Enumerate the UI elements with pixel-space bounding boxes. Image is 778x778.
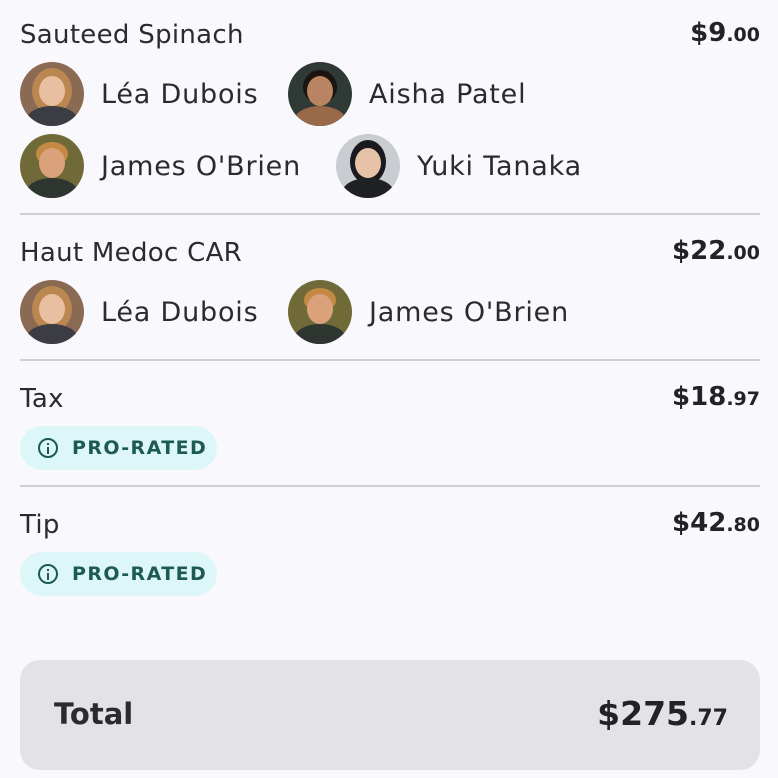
price-cents: .80 (726, 514, 760, 536)
item-name: Haut Medoc CAR (20, 238, 243, 268)
tip-row: Tip $42.80 PRO-RATED (20, 508, 760, 598)
person-chip-james[interactable]: James O'Brien (288, 280, 569, 344)
total-cents: .77 (689, 706, 728, 731)
person-chip-lea[interactable]: Léa Dubois (20, 62, 258, 126)
avatar (336, 134, 400, 198)
divider (20, 213, 760, 215)
info-icon (38, 438, 58, 458)
info-icon (38, 564, 58, 584)
person-name: Léa Dubois (101, 78, 259, 110)
pro-rated-badge[interactable]: PRO-RATED (20, 552, 217, 596)
tax-amount: $18.97 (672, 382, 760, 412)
line-item-haut-medoc[interactable]: Haut Medoc CAR $22.00 Léa Dubois James O… (20, 236, 760, 346)
total-amount: $275.77 (597, 694, 728, 733)
tax-label: Tax (20, 384, 64, 414)
price-dollars: $9 (690, 18, 727, 48)
badge-label: PRO-RATED (72, 563, 208, 585)
divider (20, 485, 760, 487)
divider (20, 359, 760, 361)
avatar (20, 62, 84, 126)
avatar (288, 62, 352, 126)
person-name: Aisha Patel (369, 78, 527, 110)
person-name: Léa Dubois (101, 296, 259, 328)
item-name: Sauteed Spinach (20, 20, 244, 50)
item-price: $9.00 (690, 18, 760, 48)
person-name: Yuki Tanaka (417, 150, 582, 182)
total-label: Total (54, 697, 134, 731)
pro-rated-badge[interactable]: PRO-RATED (20, 426, 217, 470)
avatar (288, 280, 352, 344)
price-dollars: $22 (672, 236, 727, 266)
badge-label: PRO-RATED (72, 437, 208, 459)
person-name: James O'Brien (101, 150, 301, 182)
price-cents: .00 (726, 24, 760, 46)
price-dollars: $42 (672, 508, 727, 538)
person-chip-lea[interactable]: Léa Dubois (20, 280, 258, 344)
avatar (20, 280, 84, 344)
person-name: James O'Brien (369, 296, 569, 328)
person-chip-aisha[interactable]: Aisha Patel (288, 62, 526, 126)
tip-amount: $42.80 (672, 508, 760, 538)
price-dollars: $18 (672, 382, 727, 412)
person-chip-james[interactable]: James O'Brien (20, 134, 301, 198)
total-card: Total $275.77 (20, 660, 760, 770)
total-dollars: $275 (597, 694, 690, 733)
item-price: $22.00 (672, 236, 760, 266)
price-cents: .97 (726, 388, 760, 410)
price-cents: .00 (726, 242, 760, 264)
tax-row: Tax $18.97 PRO-RATED (20, 382, 760, 472)
tip-label: Tip (20, 510, 60, 540)
avatar (20, 134, 84, 198)
person-chip-yuki[interactable]: Yuki Tanaka (336, 134, 582, 198)
line-item-sauteed-spinach[interactable]: Sauteed Spinach $9.00 Léa Dubois Aisha P… (20, 18, 760, 208)
